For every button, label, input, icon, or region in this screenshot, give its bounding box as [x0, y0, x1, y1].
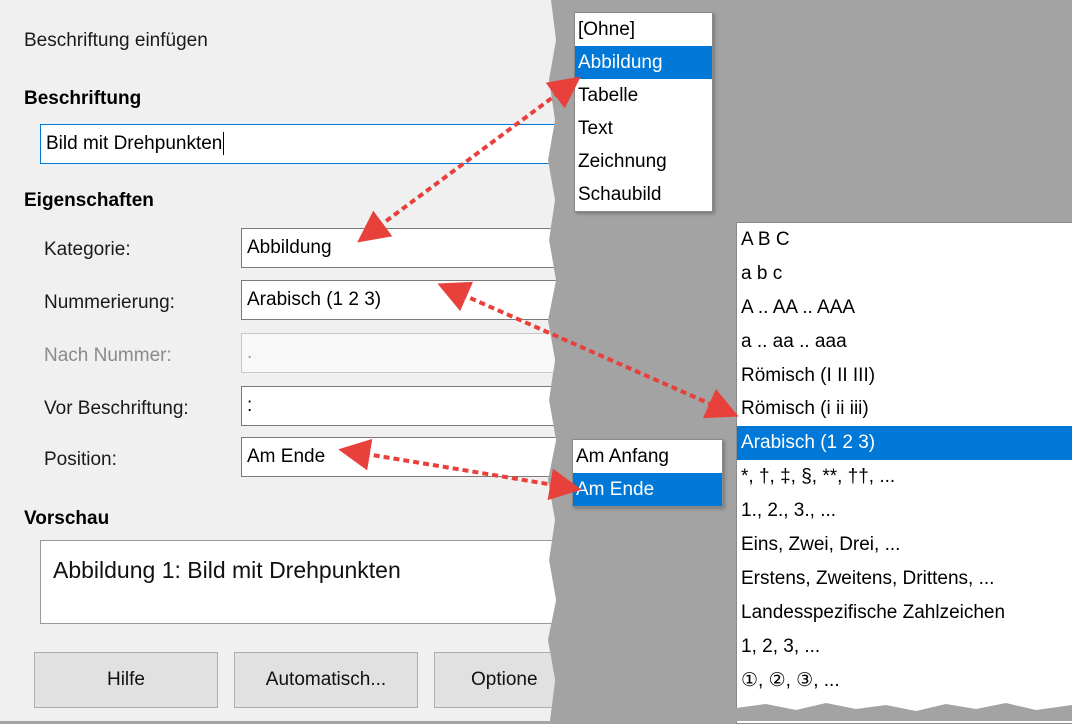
category-option[interactable]: Text	[575, 112, 712, 145]
caption-text-value: Bild mit Drehpunkten	[46, 133, 223, 154]
numbering-option[interactable]: Römisch (i ii iii)	[737, 392, 1072, 426]
category-option[interactable]: Schaubild	[575, 178, 712, 211]
numbering-option[interactable]: Erstens, Zweitens, Drittens, ...	[737, 562, 1072, 596]
help-button[interactable]: Hilfe	[34, 652, 218, 708]
numbering-option[interactable]: 1., 2., 3., ...	[737, 494, 1072, 528]
caption-section-heading: Beschriftung	[24, 88, 142, 109]
numbering-option[interactable]: Eins, Zwei, Drei, ...	[737, 528, 1072, 562]
category-dropdown-list: [Ohne] Abbildung Tabelle Text Zeichnung …	[574, 12, 713, 212]
numbering-option[interactable]: Landesspezifische Zahlzeichen	[737, 596, 1072, 630]
options-button[interactable]: Optione	[434, 652, 556, 708]
numbering-option[interactable]: *, †, ‡, §, **, ††, ...	[737, 460, 1072, 494]
numbering-option[interactable]: ①, ②, ③, ...	[737, 664, 1072, 698]
numbering-value: Arabisch (1 2 3)	[247, 289, 382, 310]
preview-box: Abbildung 1: Bild mit Drehpunkten	[40, 540, 556, 624]
before-caption-input[interactable]: :	[241, 386, 556, 426]
preview-section-heading: Vorschau	[24, 508, 110, 529]
text-caret	[223, 132, 225, 156]
category-option[interactable]: Tabelle	[575, 79, 712, 112]
caption-text-input[interactable]: Bild mit Drehpunkten	[40, 124, 556, 164]
numbering-option[interactable]: a .. aa .. aaa	[737, 325, 1072, 359]
numbering-option-selected[interactable]: Arabisch (1 2 3)	[737, 426, 1072, 461]
category-value: Abbildung	[247, 237, 332, 258]
category-option[interactable]: Zeichnung	[575, 145, 712, 178]
dialog-title: Beschriftung einfügen	[24, 30, 208, 51]
position-value: Am Ende	[247, 446, 326, 467]
after-number-label: Nach Nummer:	[44, 345, 172, 366]
after-number-value: .	[247, 342, 253, 363]
numbering-label: Nummerierung:	[44, 292, 175, 313]
category-combobox[interactable]: Abbildung	[241, 228, 556, 268]
before-caption-value: :	[247, 395, 253, 416]
position-dropdown-list: Am Anfang Am Ende	[572, 439, 723, 507]
position-dropdown[interactable]: Am Ende	[241, 437, 556, 477]
category-option[interactable]: [Ohne]	[575, 13, 712, 46]
insert-caption-dialog: Beschriftung einfügen Beschriftung Bild …	[0, 0, 556, 721]
position-option[interactable]: Am Anfang	[573, 440, 722, 473]
numbering-option[interactable]: 1, 2, 3, ...	[737, 630, 1072, 664]
numbering-option[interactable]: A .. AA .. AAA	[737, 291, 1072, 325]
numbering-option[interactable]: Römisch (I II III)	[737, 359, 1072, 393]
numbering-dropdown-list: A B C a b c A .. AA .. AAA a .. aa .. aa…	[736, 222, 1072, 724]
preview-text: Abbildung 1: Bild mit Drehpunkten	[53, 557, 401, 583]
numbering-dropdown[interactable]: Arabisch (1 2 3)	[241, 280, 556, 320]
position-label: Position:	[44, 449, 117, 470]
after-number-input: .	[241, 333, 556, 373]
properties-section-heading: Eigenschaften	[24, 190, 154, 211]
position-option-selected[interactable]: Am Ende	[573, 473, 722, 506]
category-label: Kategorie:	[44, 239, 131, 260]
before-caption-label: Vor Beschriftung:	[44, 398, 189, 419]
numbering-option[interactable]: A B C	[737, 223, 1072, 257]
category-option-selected[interactable]: Abbildung	[575, 46, 712, 79]
numbering-option[interactable]: a b c	[737, 257, 1072, 291]
autocaption-button[interactable]: Automatisch...	[234, 652, 418, 708]
